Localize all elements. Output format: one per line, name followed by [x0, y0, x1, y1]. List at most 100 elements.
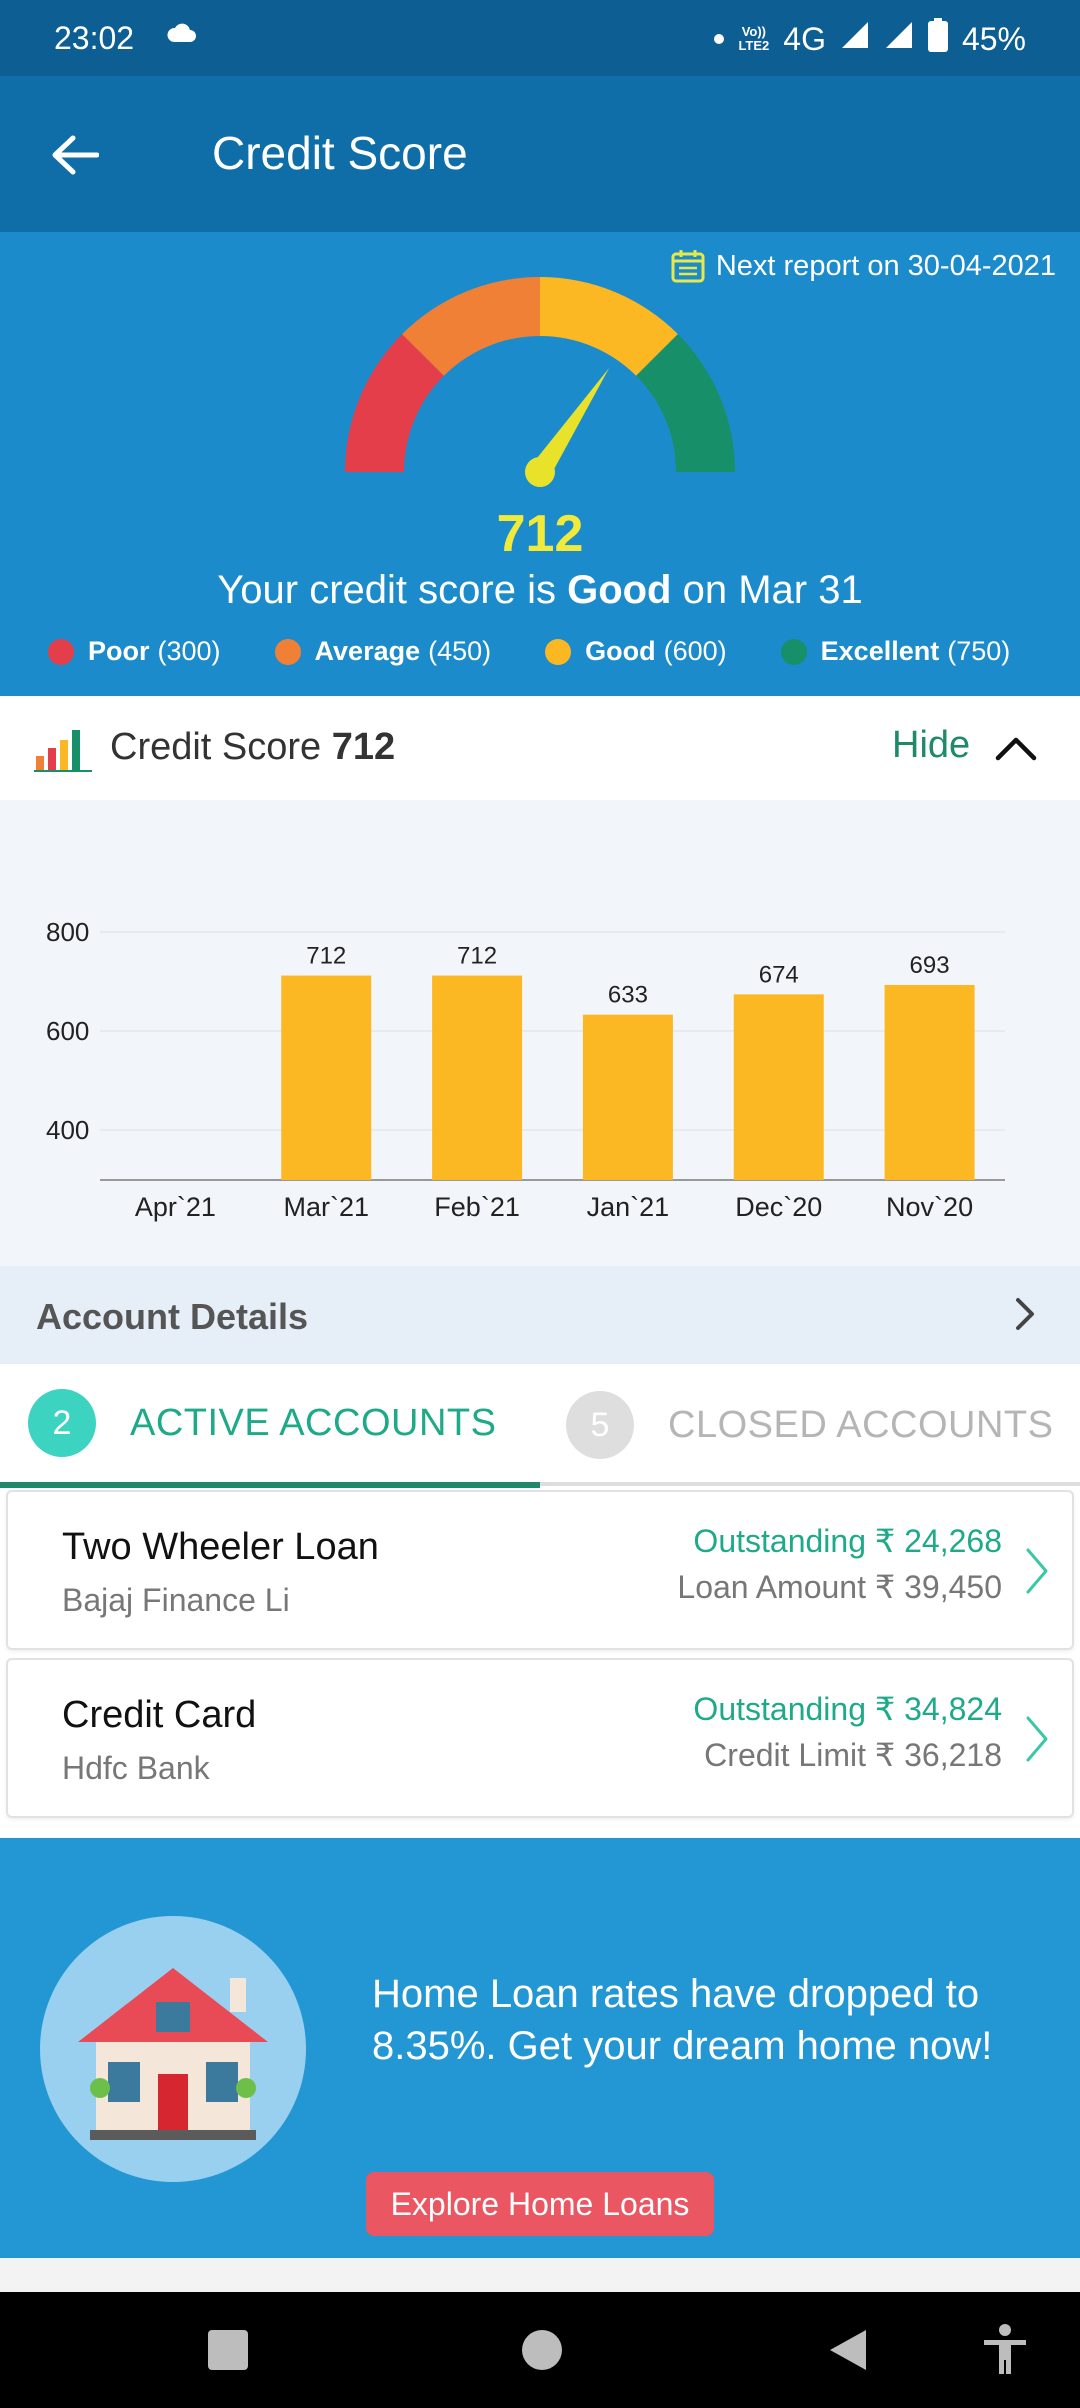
volte-top: Vo)) [741, 24, 766, 39]
credit-score-chart: 800 600 400 Apr`21 712 Mar`21 712 Feb`21 633 Jan`… [0, 800, 1080, 1266]
x-tick-label: Nov`20 [886, 1192, 973, 1222]
legend-item-poor: Poor (300) [48, 636, 221, 667]
chart-bar [281, 975, 372, 1180]
account-tabs: 2 ACTIVE ACCOUNTS 5 CLOSED ACCOUNTS [0, 1364, 1080, 1488]
active-count-badge: 2 [28, 1389, 96, 1457]
bar-chart-icon [34, 730, 92, 772]
chart-bar [733, 994, 824, 1180]
bar-value-label: 633 [608, 982, 648, 1009]
legend-dot [274, 638, 301, 665]
signal-icon [840, 20, 870, 58]
notification-dot-icon [714, 34, 725, 44]
chart-bar [582, 1014, 673, 1180]
legend-label: Excellent [820, 636, 940, 666]
bottom-spacer [0, 2258, 1080, 2292]
battery-icon [927, 18, 948, 60]
volte-bottom: LTE2 [738, 38, 770, 53]
account-lender: Hdfc Bank [62, 1750, 210, 1786]
y-tick-label: 400 [46, 1115, 89, 1145]
score-legend: Poor (300) Average (450) Good (600) Exce… [48, 636, 1010, 667]
score-rating: Good [567, 568, 672, 612]
bar-value-label: 712 [306, 943, 346, 970]
arrow-left-icon [52, 135, 99, 175]
score-summary: Your credit score is Good on Mar 31 [0, 568, 1080, 613]
promo-text: Home Loan rates have dropped to 8.35%. G… [372, 1972, 993, 2068]
score-panel: Next report on 30-04-2021 712 Your credi… [0, 232, 1080, 696]
account-card[interactable]: Two Wheeler Loan Bajaj Finance Li Outsta… [6, 1490, 1074, 1650]
tab-active-accounts[interactable]: 2 ACTIVE ACCOUNTS [0, 1364, 540, 1488]
battery-percent: 45% [961, 20, 1026, 57]
account-details-title: Account Details [36, 1296, 309, 1337]
legend-label: Average [314, 636, 421, 666]
recents-button[interactable] [208, 2330, 248, 2370]
credit-score-title: Credit Score 712 [110, 726, 395, 769]
app-bar: Credit Score [0, 76, 1080, 232]
y-tick-label: 600 [46, 1016, 89, 1046]
legend-value: (600) [663, 636, 727, 666]
legend-label: Poor [88, 636, 150, 666]
explore-home-loans-button[interactable]: Explore Home Loans [366, 2172, 714, 2236]
home-loan-promo: Home Loan rates have dropped to 8.35%. G… [0, 1838, 1080, 2258]
chevron-up-icon[interactable] [994, 728, 1038, 768]
legend-item-average: Average (450) [274, 636, 492, 667]
account-details-header[interactable]: Account Details [0, 1266, 1080, 1364]
closed-count-badge: 5 [566, 1391, 634, 1459]
gauge-needle [525, 367, 610, 487]
x-tick-label: Mar`21 [283, 1192, 369, 1222]
account-title: Credit Card [62, 1694, 257, 1736]
status-time: 23:02 [54, 20, 135, 56]
legend-item-good: Good (600) [545, 636, 727, 667]
credit-score-number: 712 [331, 726, 396, 768]
legend-value: (300) [157, 636, 221, 666]
account-lender: Bajaj Finance Li [62, 1582, 290, 1618]
bar-value-label: 712 [457, 943, 497, 970]
chevron-right-icon [1026, 1716, 1048, 1762]
tab-active-label: ACTIVE ACCOUNTS [130, 1401, 497, 1444]
back-button[interactable] [40, 120, 110, 190]
legend-value: (450) [428, 636, 492, 666]
cloud-icon [166, 22, 196, 49]
signal-icon-2 [884, 20, 914, 58]
score-gauge [345, 277, 735, 487]
page-title: Credit Score [212, 127, 468, 179]
back-triangle-icon[interactable] [826, 2326, 870, 2374]
x-tick-label: Apr`21 [135, 1192, 216, 1222]
chart-svg: 800 600 400 Apr`21 712 Mar`21 712 Feb`21 633 Jan`… [46, 917, 1005, 1222]
account-amount: Loan Amount ₹ 39,450 [677, 1569, 1002, 1605]
score-value: 712 [496, 505, 584, 563]
score-text-prefix: Your credit score is [217, 568, 568, 612]
volte-indicator: Vo)) LTE2 [738, 25, 769, 53]
bar-value-label: 693 [910, 952, 950, 979]
next-report-text: Next report on 30-04-2021 [715, 249, 1056, 282]
x-tick-label: Feb`21 [434, 1192, 520, 1222]
score-text-suffix: on Mar 31 [671, 568, 863, 612]
account-amount: Credit Limit ₹ 36,218 [704, 1737, 1002, 1773]
chevron-right-icon [1026, 1548, 1048, 1594]
credit-score-header: Credit Score 712 Hide [0, 696, 1080, 800]
house-icon [78, 1968, 268, 2140]
legend-dot [48, 638, 74, 665]
status-indicators: Vo)) LTE2 4G 45% [714, 18, 1026, 60]
legend-dot [780, 638, 807, 665]
chevron-right-icon [1016, 1298, 1034, 1330]
legend-dot [545, 638, 572, 665]
tab-closed-accounts[interactable]: 5 CLOSED ACCOUNTS [540, 1364, 1080, 1486]
system-nav-bar [0, 2292, 1080, 2408]
account-title: Two Wheeler Loan [62, 1526, 379, 1568]
account-outstanding: Outstanding ₹ 34,824 [693, 1691, 1002, 1727]
accessibility-icon[interactable] [980, 2322, 1030, 2378]
home-button[interactable] [522, 2330, 562, 2370]
account-card[interactable]: Credit Card Hdfc Bank Outstanding ₹ 34,8… [6, 1658, 1074, 1818]
y-tick-label: 800 [46, 917, 89, 947]
chart-bar [884, 984, 975, 1180]
x-tick-label: Dec`20 [735, 1192, 822, 1222]
legend-label: Good [585, 636, 656, 666]
credit-score-label: Credit Score [110, 726, 322, 768]
legend-value: (750) [947, 636, 1011, 666]
tab-closed-label: CLOSED ACCOUNTS [668, 1403, 1054, 1446]
legend-item-excellent: Excellent (750) [780, 636, 1011, 667]
hide-button[interactable]: Hide [892, 724, 970, 767]
account-outstanding: Outstanding ₹ 24,268 [693, 1523, 1002, 1559]
bar-value-label: 674 [759, 961, 799, 988]
x-tick-label: Jan`21 [587, 1192, 670, 1222]
